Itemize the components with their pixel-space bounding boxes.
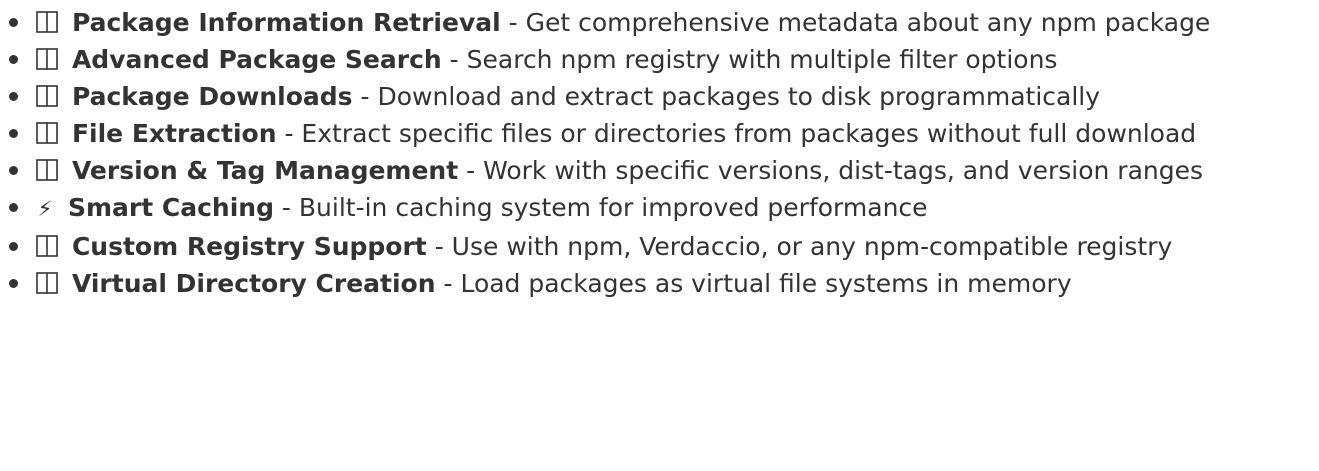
feature-description: Built-in caching system for improved per… bbox=[298, 193, 928, 222]
feature-item-custom-registry-support: Custom Registry Support - Use with npm, … bbox=[0, 228, 1286, 265]
feature-item-advanced-package-search: Advanced Package Search - Search npm reg… bbox=[0, 41, 1286, 78]
feature-description: Get comprehensive metadata about any npm… bbox=[525, 8, 1211, 37]
feature-separator: - bbox=[500, 8, 526, 37]
feature-separator: - bbox=[273, 193, 299, 222]
lightning-icon: ⚡ bbox=[37, 197, 53, 221]
feature-separator: - bbox=[458, 156, 484, 185]
bullet-icon bbox=[9, 279, 18, 288]
bullet-icon bbox=[9, 242, 18, 251]
feature-item-file-extraction: File Extraction - Extract specific files… bbox=[0, 115, 1286, 152]
feature-title: Custom Registry Support bbox=[71, 232, 427, 261]
feature-title: File Extraction bbox=[71, 119, 277, 148]
feature-list: Package Information Retrieval - Get comp… bbox=[0, 0, 1319, 302]
bullet-icon bbox=[9, 18, 18, 27]
missing-glyph-icon bbox=[36, 11, 58, 33]
feature-description: Extract specific files or directories fr… bbox=[301, 119, 1197, 148]
feature-title: Smart Caching bbox=[67, 193, 274, 222]
feature-item-virtual-directory-creation: Virtual Directory Creation - Load packag… bbox=[0, 265, 1286, 302]
missing-glyph-icon bbox=[36, 159, 58, 181]
feature-separator: - bbox=[276, 119, 302, 148]
feature-item-version-tag-management: Version & Tag Management - Work with spe… bbox=[0, 152, 1286, 189]
feature-item-smart-caching: ⚡ Smart Caching - Built-in caching syste… bbox=[0, 189, 1286, 228]
bullet-icon bbox=[9, 55, 18, 64]
feature-title: Package Downloads bbox=[71, 82, 353, 111]
feature-title: Advanced Package Search bbox=[71, 45, 442, 74]
feature-separator: - bbox=[435, 269, 461, 298]
feature-separator: - bbox=[352, 82, 378, 111]
feature-description: Use with npm, Verdaccio, or any npm-comp… bbox=[451, 232, 1173, 261]
feature-item-package-information-retrieval: Package Information Retrieval - Get comp… bbox=[0, 4, 1286, 41]
feature-separator: - bbox=[441, 45, 467, 74]
feature-description: Load packages as virtual file systems in… bbox=[460, 269, 1072, 298]
feature-title: Package Information Retrieval bbox=[71, 8, 501, 37]
missing-glyph-icon bbox=[36, 235, 58, 257]
feature-title: Virtual Directory Creation bbox=[71, 269, 436, 298]
bullet-icon bbox=[9, 92, 18, 101]
bullet-icon bbox=[9, 166, 18, 175]
missing-glyph-icon bbox=[36, 272, 58, 294]
feature-description: Search npm registry with multiple filter… bbox=[466, 45, 1058, 74]
bullet-icon bbox=[9, 129, 18, 138]
feature-item-package-downloads: Package Downloads - Download and extract… bbox=[0, 78, 1286, 115]
feature-description: Download and extract packages to disk pr… bbox=[377, 82, 1101, 111]
missing-glyph-icon bbox=[36, 122, 58, 144]
feature-separator: - bbox=[426, 232, 452, 261]
feature-title: Version & Tag Management bbox=[71, 156, 459, 185]
feature-description: Work with specific versions, dist-tags, … bbox=[483, 156, 1204, 185]
bullet-icon bbox=[9, 203, 18, 212]
missing-glyph-icon bbox=[36, 85, 58, 107]
missing-glyph-icon bbox=[36, 48, 58, 70]
